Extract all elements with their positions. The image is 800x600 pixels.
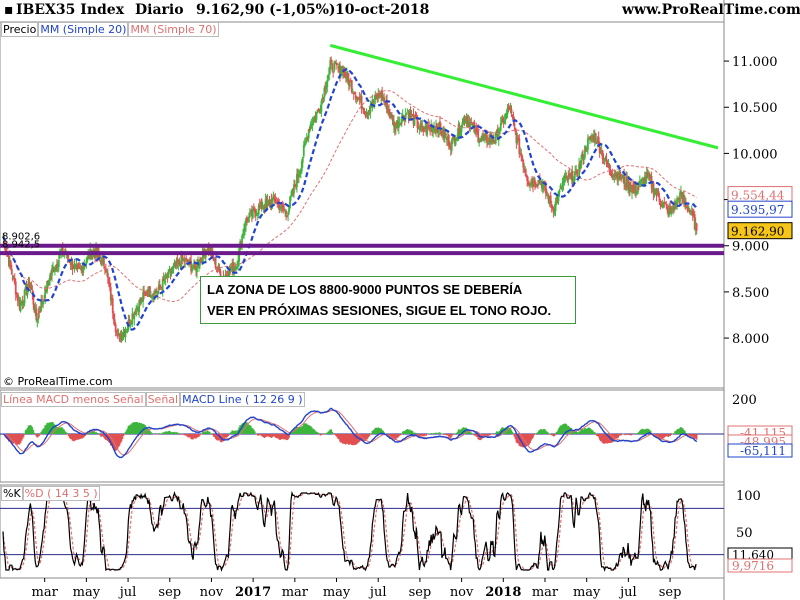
x-tick-label: sep (158, 585, 181, 600)
x-tick-label: jul (368, 585, 387, 600)
candle-body (285, 211, 288, 215)
x-tick-label: mar (532, 585, 559, 600)
stoch-value-label: 9,9716 (732, 559, 774, 573)
price-tick-label: 8.000 (732, 332, 769, 347)
legend-price[interactable]: Precio (1, 22, 39, 37)
price-tick-label: 8.500 (732, 286, 769, 301)
legend-sma70[interactable]: MM (Simple 70) (128, 22, 219, 37)
annotation-line-2: VER EN PRÓXIMAS SESIONES, SIGUE EL TONO … (207, 303, 552, 318)
price-tag-label: 9.162,90 (731, 225, 784, 239)
candle-body (23, 289, 26, 304)
candle-body (444, 133, 447, 136)
legend-macd-line[interactable]: MACD Line ( 12 26 9 ) (180, 392, 305, 407)
candle-body (336, 63, 338, 66)
candle-body (558, 189, 561, 193)
legend-stoch-k[interactable]: %K (1, 486, 23, 501)
candle-body (10, 268, 13, 275)
candle-body (351, 91, 354, 93)
candle-body (58, 254, 61, 259)
candle-body (594, 133, 597, 141)
candle-body (331, 63, 334, 71)
x-tick-label: may (323, 585, 351, 600)
price-tick-label: 9.000 (732, 240, 769, 255)
x-tick-label: 2018 (485, 585, 521, 600)
x-tick-label: nov (450, 585, 474, 600)
candle-body (301, 156, 304, 163)
price-tick-label: 10.500 (732, 101, 778, 116)
x-tick-label: nov (200, 585, 224, 600)
candle-body (478, 142, 481, 144)
x-tick-label: jul (118, 585, 137, 600)
x-tick-label: may (573, 585, 601, 600)
support-value-label: 8.942,5 (2, 240, 40, 251)
x-tick-label: 2017 (235, 585, 271, 600)
legend-macd-hist[interactable]: Línea MACD menos Señal (1, 392, 146, 407)
candle-body (513, 122, 516, 127)
legend-stoch-d[interactable]: %D ( 14 3 5 ) (22, 486, 100, 501)
macd-tick-label: 200 (732, 393, 757, 408)
candle-body (405, 113, 408, 115)
macd-value-label: -65,111 (740, 444, 786, 458)
candle-body (111, 298, 114, 313)
stoch-tick-label: 100 (736, 489, 761, 504)
stoch-k-line (2, 490, 697, 573)
candle-body (580, 159, 582, 169)
price-tag-label: 9.554,44 (731, 189, 785, 203)
candle-body (454, 141, 457, 145)
candle-body (423, 130, 426, 132)
annotation-line-1: LA ZONA DE LOS 8800-9000 PUNTOS SE DEBER… (207, 282, 523, 297)
copyright-label: © ProRealTime.com (3, 375, 113, 388)
price-panel-frame (0, 21, 725, 389)
candle-body (214, 257, 217, 269)
candle-body (587, 138, 589, 151)
legend-sma20[interactable]: MM (Simple 20) (38, 22, 129, 37)
x-tick-label: jul (618, 585, 637, 600)
legend-macd-signal[interactable]: Señal (145, 392, 181, 407)
x-tick-label: mar (282, 585, 309, 600)
stoch-tick-label: 50 (736, 526, 753, 541)
price-legend: Precio MM (Simple 20) MM (Simple 70) (1, 22, 219, 37)
annotation-box: LA ZONA DE LOS 8800-9000 PUNTOS SE DEBER… (200, 276, 576, 324)
candle-body (106, 272, 109, 278)
candle-body (695, 223, 698, 231)
x-tick-label: sep (659, 585, 682, 600)
candle-body (510, 108, 513, 113)
candle-body (623, 174, 626, 184)
macd-legend: Línea MACD menos Señal Señal MACD Line ( 1… (1, 392, 305, 407)
candle-body (57, 259, 60, 267)
price-tick-label: 10.000 (732, 147, 778, 162)
x-tick-label: may (73, 585, 101, 600)
x-tick-label: sep (409, 585, 432, 600)
price-tag-label: 9.395,97 (731, 203, 784, 217)
candle-body (460, 127, 463, 133)
stoch-legend: %K %D ( 14 3 5 ) (1, 486, 100, 501)
x-tick-label: mar (32, 585, 59, 600)
stoch-d-line (2, 492, 697, 571)
price-tick-label: 11.000 (732, 55, 778, 70)
